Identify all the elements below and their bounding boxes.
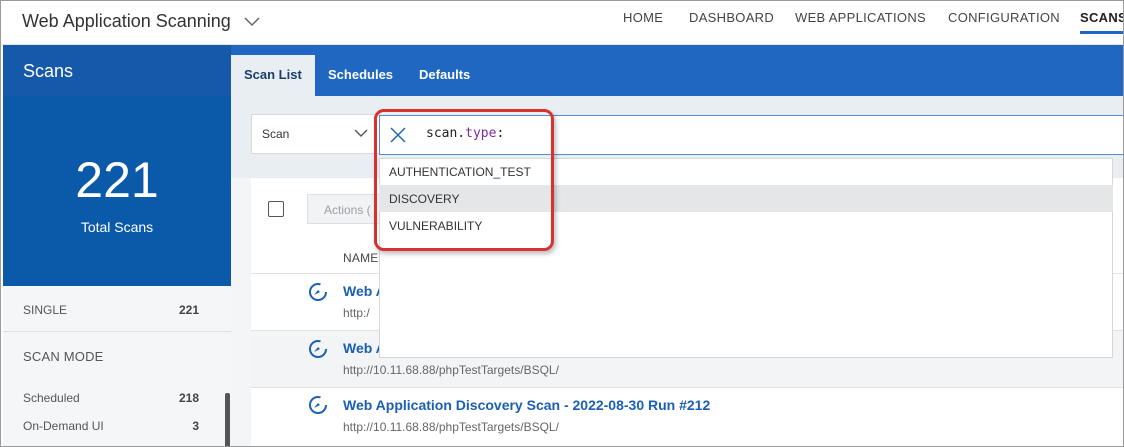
- nav-scans[interactable]: SCANS: [1080, 10, 1123, 25]
- column-header-name[interactable]: NAME: [343, 251, 378, 265]
- tab-scan-list[interactable]: Scan List: [231, 55, 315, 96]
- filter-scheduled-label: Scheduled: [23, 391, 80, 405]
- filter-scheduled[interactable]: Scheduled 218: [23, 391, 199, 405]
- sidebar-title: Scans: [23, 61, 74, 81]
- filter-scheduled-count: 218: [178, 391, 199, 405]
- total-scans-label: Total Scans: [80, 219, 154, 235]
- app-window: Web Application Scanning HOME DASHBOARD …: [0, 0, 1124, 447]
- nav-dashboard[interactable]: DASHBOARD: [689, 10, 774, 25]
- nav-configuration[interactable]: CONFIGURATION: [948, 10, 1060, 25]
- select-all-checkbox[interactable]: [268, 201, 284, 217]
- filter-on-demand-ui[interactable]: On-Demand UI 3: [23, 419, 199, 433]
- row-divider: [251, 387, 1123, 388]
- filter-single-label: SINGLE: [23, 303, 68, 317]
- filter-on-demand-ui-count: 3: [192, 419, 199, 433]
- chevron-down-icon: [354, 129, 368, 137]
- app-title[interactable]: Web Application Scanning: [22, 11, 231, 32]
- scan-status-icon: [309, 396, 327, 414]
- tab-defaults[interactable]: Defaults: [419, 55, 470, 96]
- sidebar-divider: [3, 331, 231, 332]
- sidebar-scrollbar[interactable]: [225, 393, 230, 446]
- scan-status-icon: [309, 340, 327, 358]
- scan-mode-heading: SCAN MODE: [23, 349, 104, 364]
- total-scans-count: 221: [75, 152, 159, 208]
- scan-target-url: http://10.11.68.88/phpTestTargets/BSQL/: [343, 420, 559, 434]
- scan-name-link[interactable]: Web Application Discovery Scan - 2022-08…: [343, 397, 710, 413]
- filter-single-count: 221: [178, 303, 199, 317]
- chevron-down-icon[interactable]: [243, 14, 261, 28]
- nav-web-applications[interactable]: WEB APPLICATIONS: [795, 10, 926, 25]
- annotation-callout: [374, 109, 554, 251]
- nav-active-indicator: [1080, 31, 1123, 34]
- nav-home[interactable]: HOME: [623, 10, 663, 25]
- scan-status-icon: [309, 283, 327, 301]
- scan-target-url: http://10.11.68.88/phpTestTargets/BSQL/: [343, 363, 559, 377]
- search-scope-value: Scan: [262, 127, 290, 141]
- filter-on-demand-ui-label: On-Demand UI: [23, 419, 104, 433]
- search-scope-select[interactable]: Scan: [251, 114, 381, 154]
- filter-single[interactable]: SINGLE 221: [23, 303, 199, 317]
- scan-target-url: http:/: [343, 306, 370, 320]
- tab-schedules[interactable]: Schedules: [328, 55, 393, 96]
